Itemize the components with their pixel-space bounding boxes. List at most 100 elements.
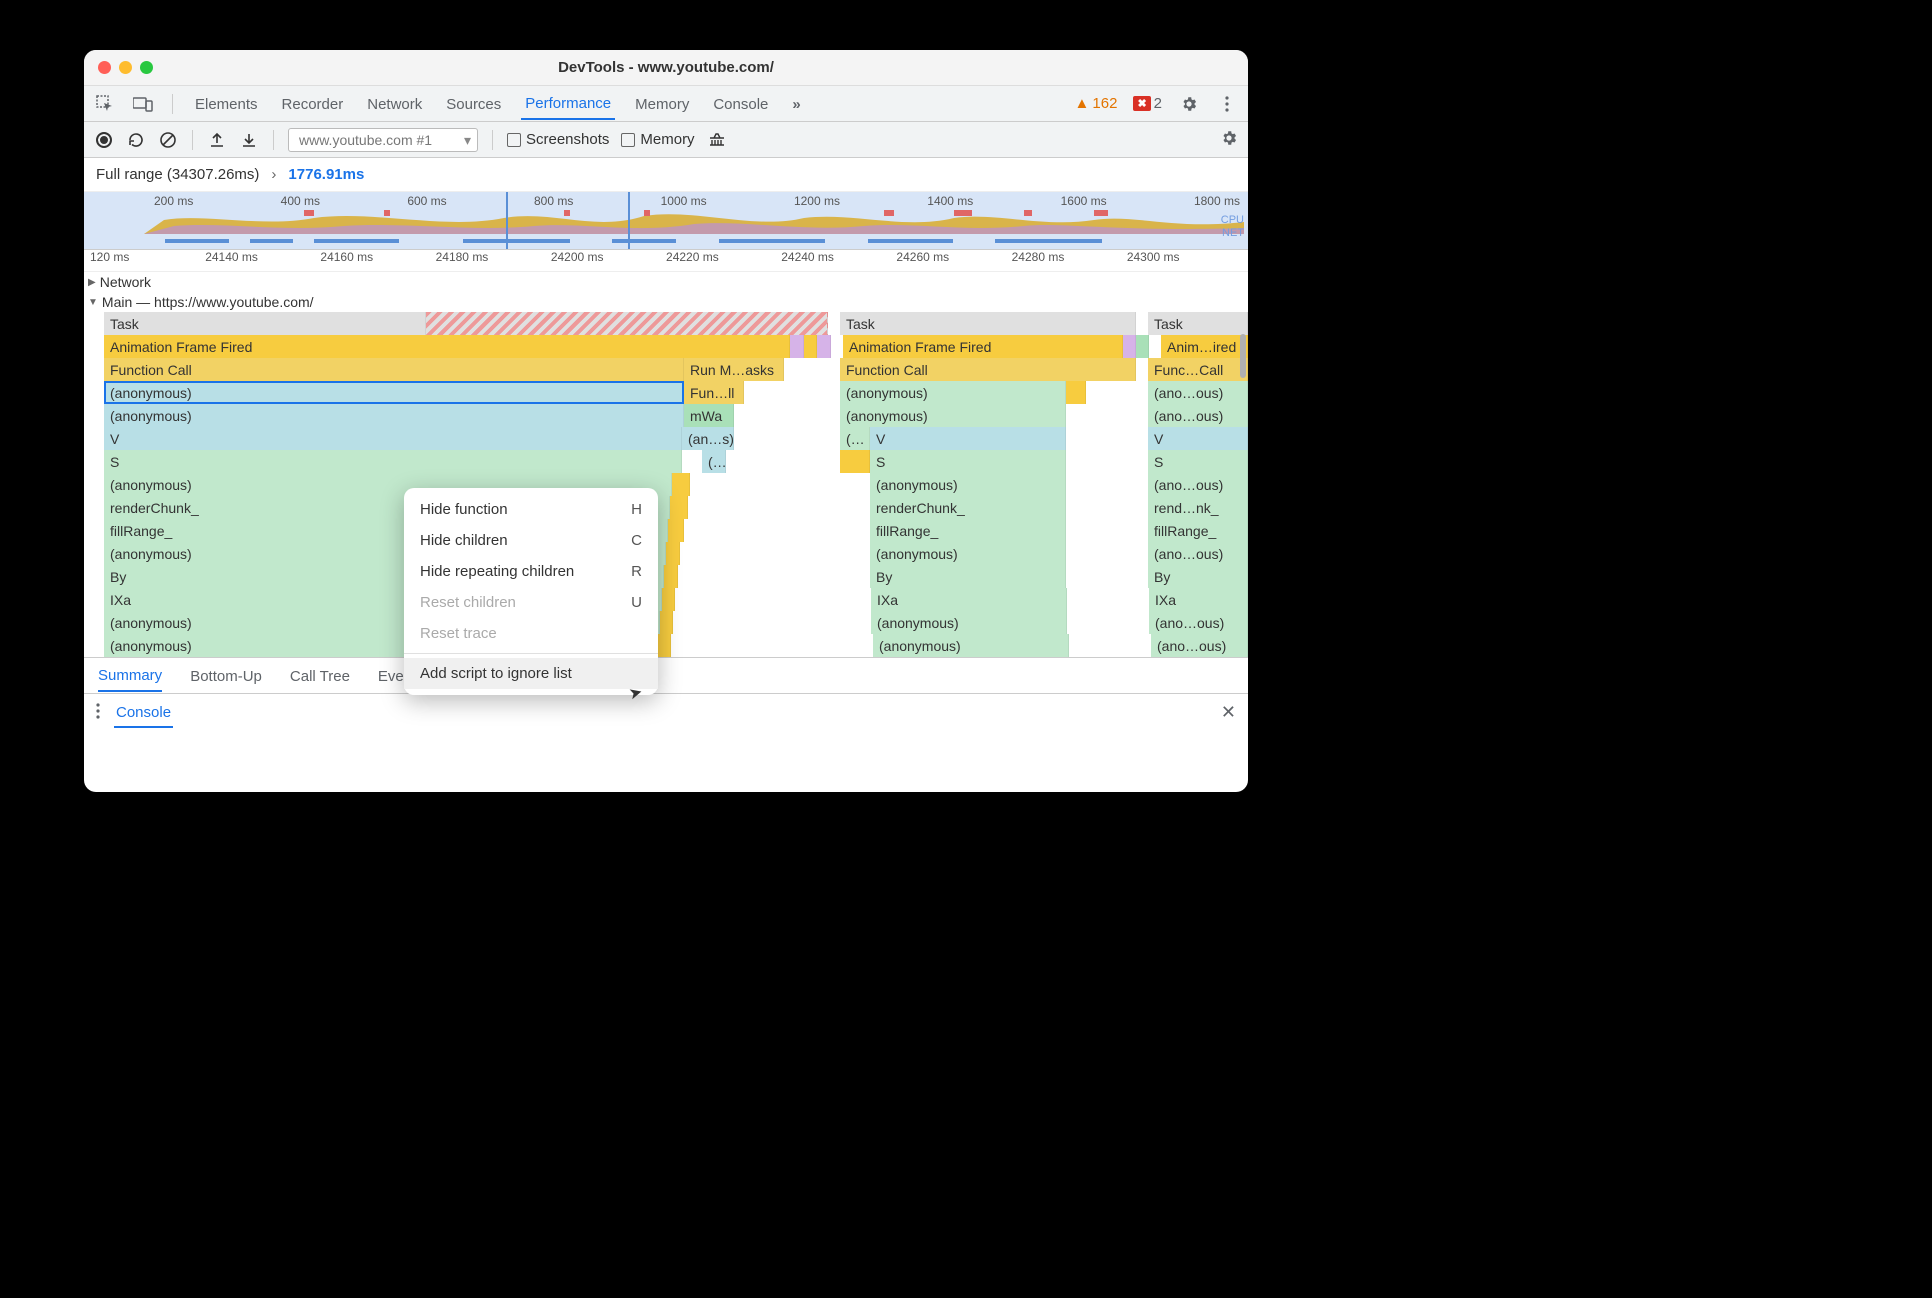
screenshots-checkbox[interactable]: Screenshots — [507, 131, 609, 148]
tab-bottom-up[interactable]: Bottom-Up — [190, 661, 262, 691]
flame-block[interactable] — [817, 335, 831, 358]
flame-block[interactable]: IXa — [1149, 588, 1248, 611]
profile-selector[interactable]: www.youtube.com #1 — [288, 128, 478, 152]
tab-call-tree[interactable]: Call Tree — [290, 661, 350, 691]
selected-range[interactable]: 1776.91ms — [288, 166, 364, 183]
flame-block[interactable]: (anonymous) — [870, 542, 1066, 565]
window-minimize-button[interactable] — [119, 61, 132, 74]
flame-block[interactable]: fillRange_ — [870, 519, 1066, 542]
download-icon[interactable] — [239, 130, 259, 150]
clear-button[interactable] — [158, 130, 178, 150]
flame-block[interactable]: Animation Frame Fired — [104, 335, 790, 358]
flame-block[interactable]: (ano…ous) — [1148, 404, 1248, 427]
window-close-button[interactable] — [98, 61, 111, 74]
inspect-element-icon[interactable] — [94, 95, 116, 113]
flame-block[interactable]: fillRange_ — [1148, 519, 1248, 542]
tab-network[interactable]: Network — [363, 89, 426, 119]
flame-block[interactable]: (… — [840, 427, 870, 450]
flame-block[interactable]: (anonymous) — [840, 381, 1066, 404]
flame-block[interactable]: S — [870, 450, 1066, 473]
flame-block[interactable]: Task — [104, 312, 426, 335]
overview-bracket-right[interactable] — [628, 192, 630, 249]
divider — [192, 130, 193, 150]
flame-block[interactable]: Func…Call — [1148, 358, 1248, 381]
tab-console[interactable]: Console — [709, 89, 772, 119]
flame-block[interactable]: S — [1148, 450, 1248, 473]
full-range-label[interactable]: Full range (34307.26ms) — [96, 166, 259, 183]
flame-block[interactable]: (ano…ous) — [1151, 634, 1248, 657]
flame-block[interactable]: V — [1148, 427, 1248, 450]
settings-icon[interactable] — [1178, 95, 1200, 113]
upload-icon[interactable] — [207, 130, 227, 150]
flame-block[interactable]: Anim…ired — [1161, 335, 1248, 358]
device-toolbar-icon[interactable] — [132, 96, 154, 112]
flame-block[interactable]: Task — [1148, 312, 1248, 335]
tab-performance[interactable]: Performance — [521, 88, 615, 120]
flame-block[interactable]: By — [870, 565, 1066, 588]
flame-block[interactable]: (ano…ous) — [1148, 381, 1248, 404]
tabs-overflow[interactable]: » — [788, 89, 804, 119]
flame-block[interactable]: (an…s) — [682, 427, 734, 450]
garbage-collect-icon[interactable] — [707, 130, 727, 150]
flame-block[interactable]: rend…nk_ — [1148, 496, 1248, 519]
capture-settings-icon[interactable] — [1220, 129, 1238, 150]
flame-block[interactable]: renderChunk_ — [870, 496, 1066, 519]
cm-add-ignore-list[interactable]: Add script to ignore list — [404, 658, 658, 689]
flame-block[interactable]: (anonymous) — [873, 634, 1069, 657]
chevron-right-icon: › — [271, 166, 276, 183]
flame-block[interactable]: (ano…ous) — [1149, 611, 1248, 634]
close-drawer-icon[interactable]: ✕ — [1221, 702, 1236, 723]
traffic-lights — [98, 61, 153, 74]
flame-block-selected[interactable]: (anonymous) — [104, 381, 684, 404]
flame-block[interactable]: mWa — [684, 404, 734, 427]
flame-block[interactable]: Fun…ll — [684, 381, 744, 404]
error-count[interactable]: ✖ 2 — [1133, 95, 1162, 112]
flame-block[interactable]: (ano…ous) — [1148, 542, 1248, 565]
window-title: DevTools - www.youtube.com/ — [84, 59, 1248, 76]
flame-block[interactable]: V — [870, 427, 1066, 450]
tab-sources[interactable]: Sources — [442, 89, 505, 119]
flame-block[interactable] — [804, 335, 817, 358]
flame-block[interactable]: Function Call — [840, 358, 1136, 381]
flame-block[interactable] — [426, 312, 828, 335]
flame-block[interactable]: (anonymous) — [840, 404, 1066, 427]
tab-recorder[interactable]: Recorder — [278, 89, 348, 119]
scrollbar-thumb[interactable] — [1240, 334, 1246, 378]
drawer-menu-icon[interactable] — [96, 703, 100, 723]
range-breadcrumb: Full range (34307.26ms) › 1776.91ms — [84, 158, 1248, 192]
tab-elements[interactable]: Elements — [191, 89, 262, 119]
cm-hide-repeating[interactable]: Hide repeating childrenR — [404, 556, 658, 587]
flame-block[interactable]: (anonymous) — [104, 404, 684, 427]
overview-bracket-left[interactable] — [506, 192, 508, 249]
drawer-tab-console[interactable]: Console — [114, 697, 173, 728]
flame-block[interactable]: (anonymous) — [871, 611, 1067, 634]
record-button[interactable] — [94, 130, 114, 150]
flame-block[interactable]: Run M…asks — [684, 358, 784, 381]
flame-block[interactable]: Task — [840, 312, 1136, 335]
cm-hide-children[interactable]: Hide childrenC — [404, 525, 658, 556]
flame-block[interactable]: By — [1148, 565, 1248, 588]
flame-block[interactable]: (ano…ous) — [1148, 473, 1248, 496]
cpu-wave — [84, 208, 1244, 234]
warning-count[interactable]: ▲ 162 — [1075, 95, 1118, 112]
flame-block[interactable]: Function Call — [104, 358, 684, 381]
reload-button[interactable] — [126, 130, 146, 150]
flame-block[interactable]: S — [104, 450, 682, 473]
tab-memory[interactable]: Memory — [631, 89, 693, 119]
flame-block[interactable]: IXa — [871, 588, 1067, 611]
timeline-overview[interactable]: 200 ms400 ms 600 ms800 ms 1000 ms1200 ms… — [84, 192, 1248, 250]
more-menu-icon[interactable] — [1216, 96, 1238, 112]
menu-separator — [404, 653, 658, 654]
flame-block[interactable]: (anonymous) — [870, 473, 1066, 496]
cm-hide-function[interactable]: Hide functionH — [404, 494, 658, 525]
flame-block[interactable]: V — [104, 427, 682, 450]
flame-block[interactable] — [790, 335, 804, 358]
flame-chart[interactable]: Task Task Task Animation Frame Fired Ani… — [84, 312, 1248, 657]
window-zoom-button[interactable] — [140, 61, 153, 74]
network-track-header[interactable]: ▶ Network — [84, 272, 1248, 292]
flame-block[interactable]: Animation Frame Fired — [843, 335, 1123, 358]
tab-summary[interactable]: Summary — [98, 660, 162, 692]
memory-checkbox[interactable]: Memory — [621, 131, 694, 148]
main-track-header[interactable]: ▼ Main — https://www.youtube.com/ — [84, 292, 1248, 312]
flame-block[interactable]: (… — [702, 450, 726, 473]
